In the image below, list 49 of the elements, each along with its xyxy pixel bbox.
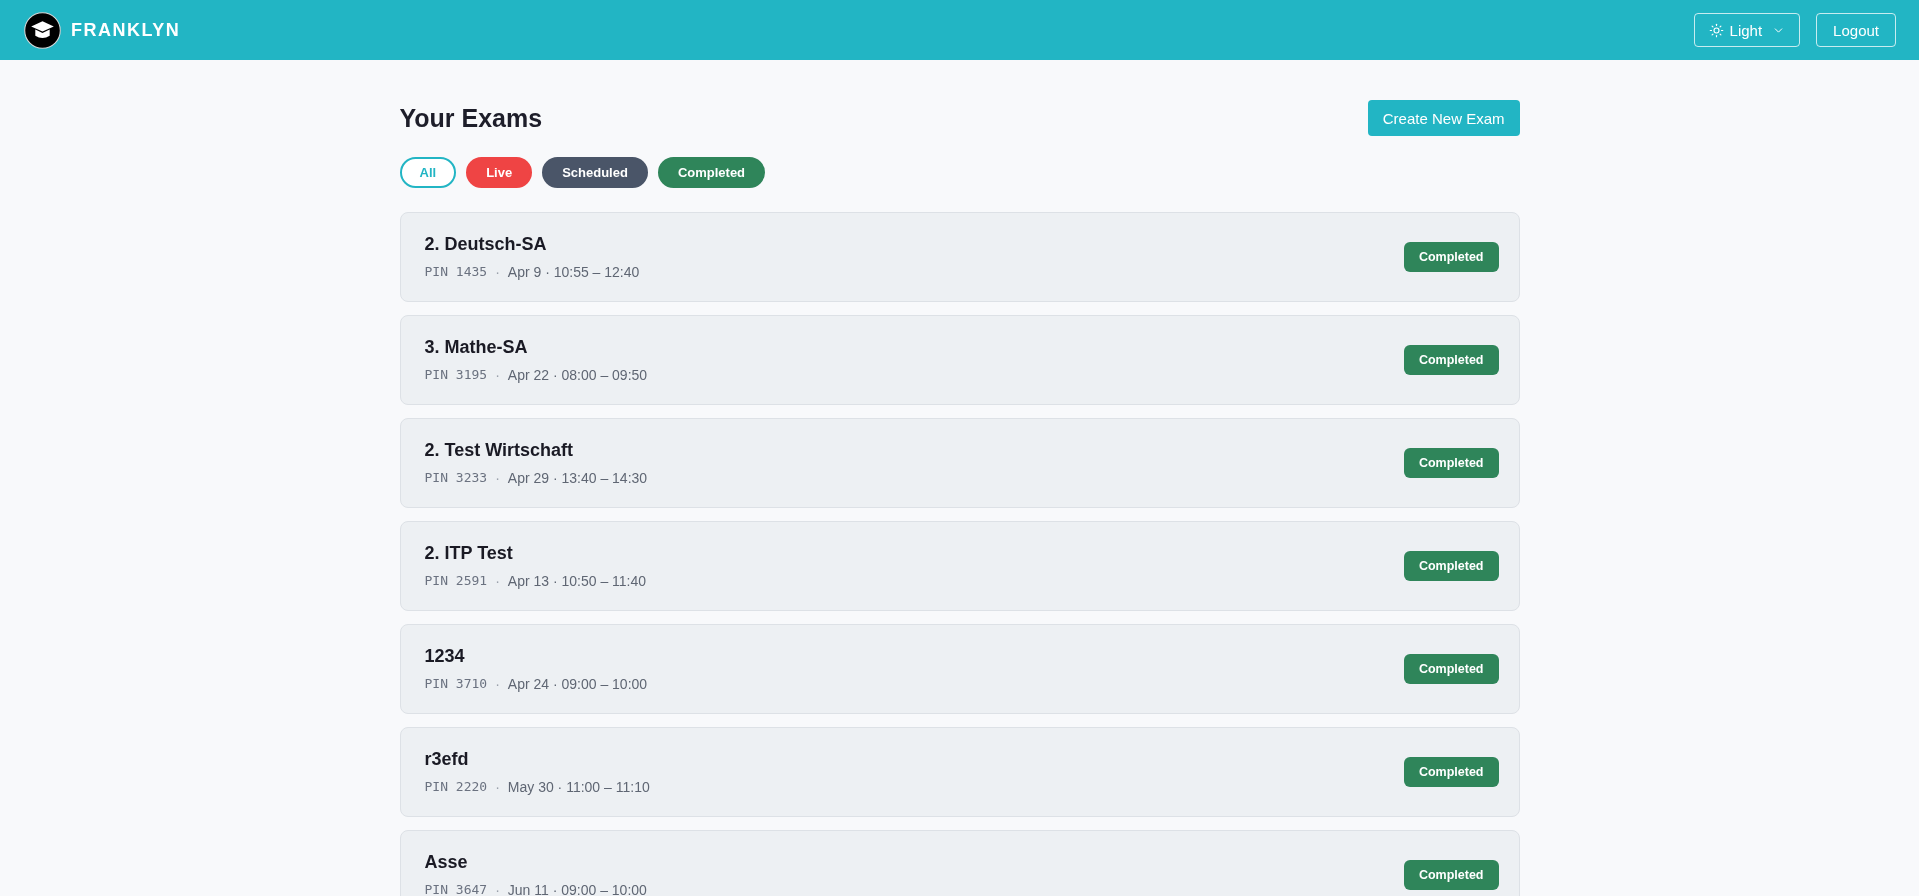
page-title: Your Exams xyxy=(399,103,543,133)
status-badge: Completed xyxy=(1403,448,1499,478)
status-badge: Completed xyxy=(1403,551,1499,581)
separator-dot: · xyxy=(495,366,500,385)
exam-title: r3efd xyxy=(424,748,470,771)
exam-title: 2. Test Wirtschaft xyxy=(424,439,575,462)
exam-pin: PIN 3710 xyxy=(424,675,488,693)
exam-card[interactable]: Asse PIN 3647 · Jun 11 · 09:00 – 10:00 Completed xyxy=(399,830,1520,896)
exam-pin: PIN 3647 xyxy=(424,881,488,896)
exam-schedule: Jun 11 · 09:00 – 10:00 xyxy=(507,881,647,896)
status-badge: Completed xyxy=(1403,345,1499,375)
exam-card[interactable]: r3efd PIN 2220 · May 30 · 11:00 – 11:10 Completed xyxy=(399,727,1520,817)
exam-pin: PIN 3195 xyxy=(424,366,488,384)
filter-tab[interactable]: Completed xyxy=(657,157,766,188)
exam-title: 1234 xyxy=(424,645,466,668)
status-badge: Completed xyxy=(1403,654,1499,684)
filter-tab[interactable]: Scheduled xyxy=(542,157,648,188)
exam-pin: PIN 2220 xyxy=(424,778,488,796)
exam-card[interactable]: 3. Mathe-SA PIN 3195 · Apr 22 · 08:00 – 09:50 Completed xyxy=(399,315,1520,405)
exam-schedule: Apr 13 · 10:50 – 11:40 xyxy=(507,572,647,591)
exam-card[interactable]: 1234 PIN 3710 · Apr 24 · 09:00 – 10:00 Completed xyxy=(399,624,1520,714)
exam-title: 2. ITP Test xyxy=(424,542,514,565)
exam-schedule: Apr 29 · 13:40 – 14:30 xyxy=(507,469,648,488)
sun-icon xyxy=(1708,22,1724,38)
separator-dot: · xyxy=(495,778,500,797)
status-badge: Completed xyxy=(1403,860,1499,890)
exam-card[interactable]: 2. ITP Test PIN 2591 · Apr 13 · 10:50 – 11:40 Completed xyxy=(399,521,1520,611)
exam-pin: PIN 3233 xyxy=(424,469,488,487)
status-badge: Completed xyxy=(1403,242,1499,272)
filter-tab[interactable]: Live xyxy=(466,157,533,188)
exam-schedule: Apr 22 · 08:00 – 09:50 xyxy=(507,366,648,385)
exam-title: 3. Mathe-SA xyxy=(424,336,529,359)
exam-title: Asse xyxy=(424,851,469,874)
separator-dot: · xyxy=(495,675,500,694)
exam-card[interactable]: 2. Deutsch-SA PIN 1435 · Apr 9 · 10:55 – 12:40 Completed xyxy=(399,212,1520,302)
brand-name: FRANKLYN xyxy=(71,19,181,41)
exam-pin: PIN 1435 xyxy=(424,263,488,281)
exam-schedule: Apr 9 · 10:55 – 12:40 xyxy=(507,263,640,282)
separator-dot: · xyxy=(495,572,500,591)
separator-dot: · xyxy=(495,263,500,282)
exam-card[interactable]: 2. Test Wirtschaft PIN 3233 · Apr 29 · 13:40 – 14:30 Completed xyxy=(399,418,1520,508)
separator-dot: · xyxy=(495,881,500,896)
graduation-cap-icon xyxy=(24,11,61,49)
separator-dot: · xyxy=(495,469,500,488)
status-badge: Completed xyxy=(1403,757,1499,787)
exam-title: 2. Deutsch-SA xyxy=(424,233,548,256)
exam-schedule: Apr 24 · 09:00 – 10:00 xyxy=(507,675,648,694)
exam-pin: PIN 2591 xyxy=(424,572,488,590)
exam-schedule: May 30 · 11:00 – 11:10 xyxy=(507,778,650,797)
